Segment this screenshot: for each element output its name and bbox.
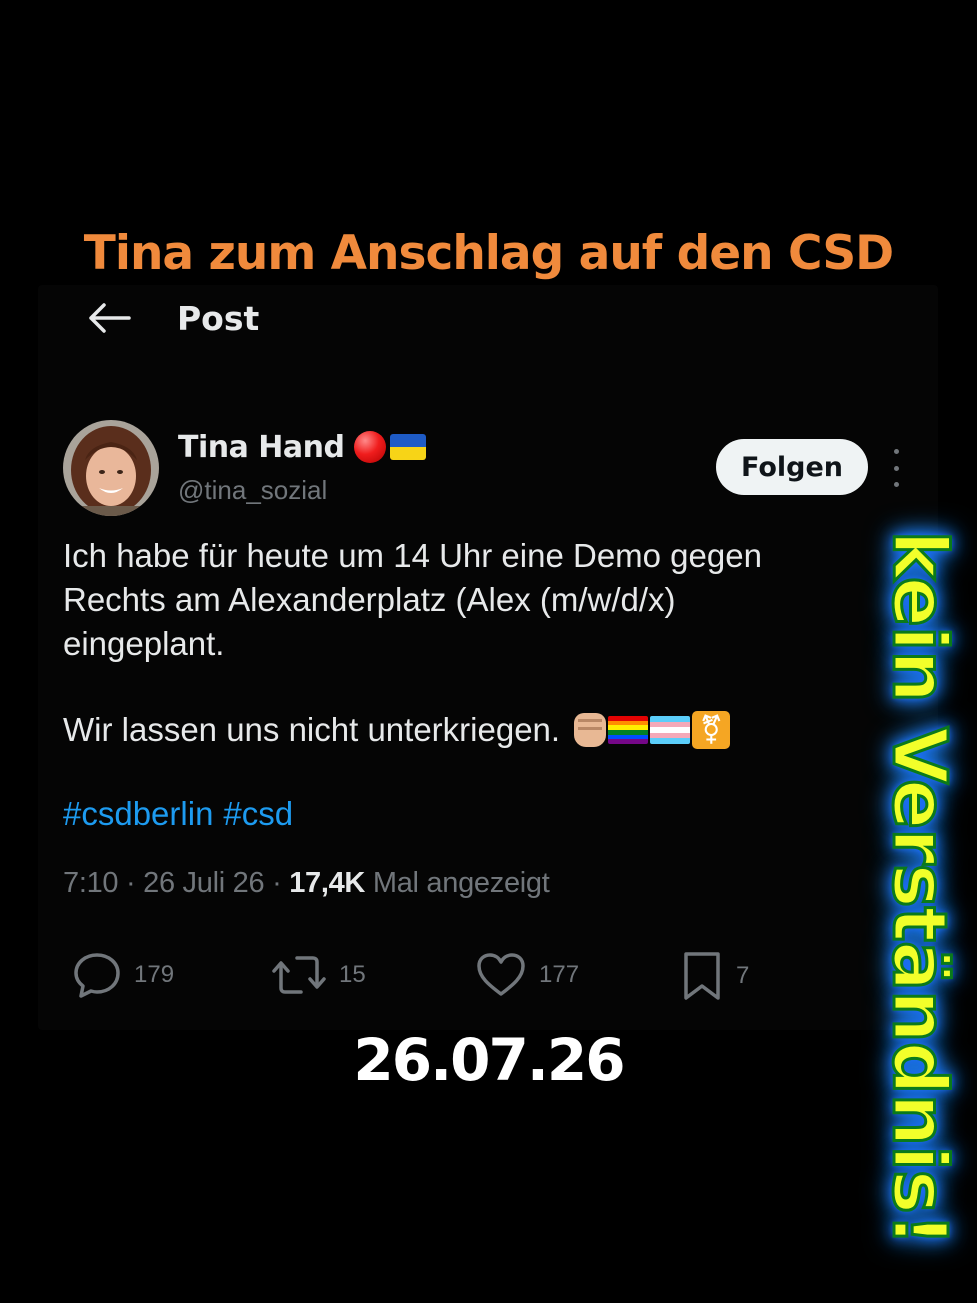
red-circle-icon: [354, 431, 387, 463]
like-button[interactable]: 177: [475, 950, 579, 1000]
post-text-line: Ich habe für heute um 14 Uhr eine Demo g…: [63, 537, 762, 574]
comment-icon: [74, 953, 120, 998]
avatar-image: [63, 420, 159, 516]
arrow-left-icon: [89, 303, 131, 333]
more-options-icon[interactable]: [884, 449, 908, 487]
date-stamp: 26.07.26: [353, 1026, 625, 1094]
reply-count: 179: [134, 961, 175, 988]
separator-dot: ·: [272, 867, 290, 899]
rainbow-flag-icon: [608, 716, 649, 744]
raised-fist-icon: [574, 713, 607, 747]
follow-button[interactable]: Folgen: [716, 439, 868, 495]
repost-count: 15: [339, 961, 366, 988]
post-date[interactable]: 26 Juli 26: [143, 867, 264, 899]
author-handle[interactable]: @tina_sozial: [178, 475, 327, 506]
separator-dot: ·: [126, 867, 144, 899]
reply-button[interactable]: 179: [72, 950, 174, 1000]
post-text: Ich habe für heute um 14 Uhr eine Demo g…: [63, 534, 853, 666]
post-header: Post: [85, 292, 259, 344]
hashtags: #csdberlin #csd: [63, 795, 293, 833]
like-count: 177: [539, 961, 580, 988]
post-text-line: Rechts am Alexanderplatz (Alex (m/w/d/x): [63, 581, 676, 618]
action-bar: 179 15 177 7: [0, 950, 977, 1004]
transgender-symbol-icon: ⚧: [692, 711, 731, 749]
side-banner-text: kein Verständnis!: [875, 529, 964, 1247]
author-name[interactable]: Tina Hand: [178, 430, 345, 465]
page-title: Post: [177, 298, 260, 338]
emoji-row: ⚧: [574, 711, 731, 749]
ukraine-flag-icon: [390, 434, 427, 460]
repost-button[interactable]: 15: [271, 950, 366, 1000]
transgender-flag-icon: [650, 716, 691, 744]
side-banner: kein Verständnis!: [864, 529, 974, 1247]
overlay-title: Tina zum Anschlag auf den CSD: [83, 226, 894, 281]
views-label: Mal angezeigt: [372, 867, 550, 899]
bookmark-count: 7: [736, 962, 750, 989]
hashtag-link[interactable]: #csdberlin: [63, 795, 213, 833]
post-text-line: eingeplant.: [63, 625, 225, 662]
hashtag-link[interactable]: #csd: [223, 795, 293, 833]
views-count: 17,4K: [289, 867, 366, 899]
bookmark-button[interactable]: 7: [680, 950, 749, 1002]
post-text-second-paragraph: Wir lassen uns nicht unterkriegen. ⚧: [63, 706, 731, 754]
post-time[interactable]: 7:10: [63, 867, 119, 899]
back-button[interactable]: [85, 294, 133, 342]
heart-icon: [477, 953, 525, 996]
avatar[interactable]: [63, 420, 159, 516]
post-text-line: Wir lassen uns nicht unterkriegen.: [63, 711, 561, 748]
repost-icon: [272, 956, 326, 994]
post-meta: 7:10 · 26 Juli 26 · 17,4K Mal angezeigt: [63, 867, 550, 900]
author-row: Tina Hand: [178, 426, 427, 468]
bookmark-icon: [684, 952, 720, 1000]
